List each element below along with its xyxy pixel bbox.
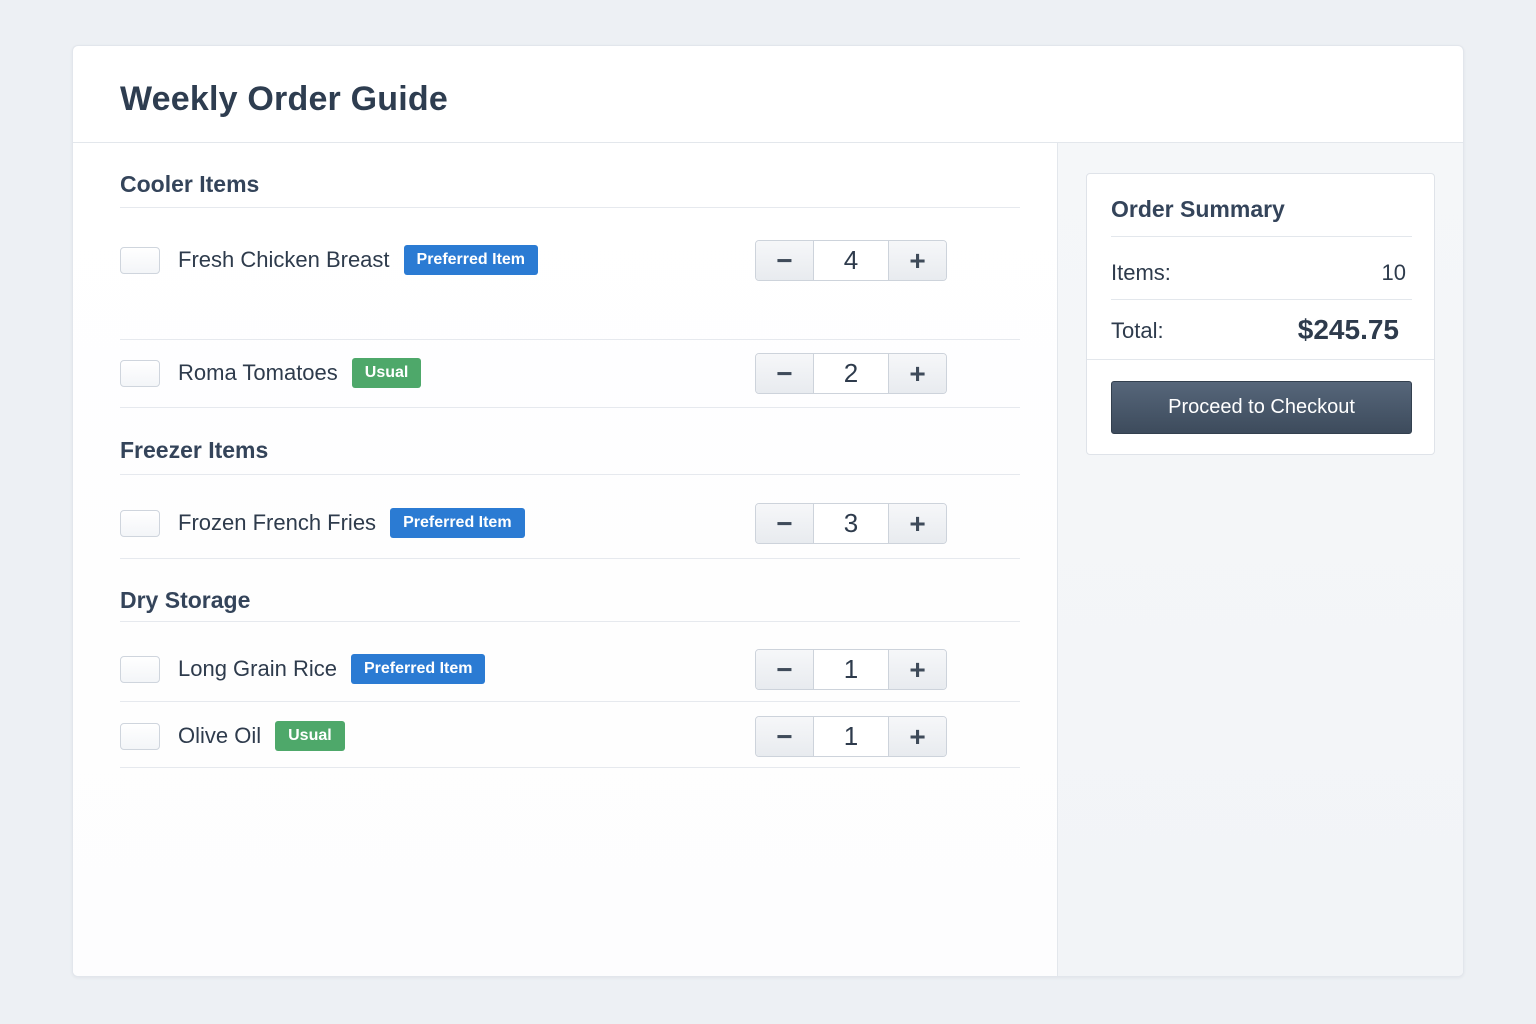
items-label: Items: — [1111, 260, 1171, 285]
proceed-to-checkout-button[interactable]: Proceed to Checkout — [1111, 381, 1412, 434]
list-item: Frozen French Fries Preferred Item − 3 + — [120, 493, 1020, 553]
preferred-badge: Preferred Item — [390, 508, 525, 538]
increment-button[interactable]: + — [889, 717, 946, 756]
decrement-button[interactable]: − — [756, 717, 813, 756]
list-item: Roma Tomatoes Usual − 2 + — [120, 343, 1020, 403]
minus-icon: − — [776, 357, 793, 389]
order-guide-card: Weekly Order Guide Cooler Items Fresh Ch… — [72, 45, 1464, 977]
item-name: Frozen French Fries — [178, 510, 377, 535]
preferred-badge: Preferred Item — [350, 654, 486, 684]
order-list: Cooler Items Fresh Chicken Breast Prefer… — [73, 143, 1057, 976]
plus-icon: + — [909, 720, 926, 752]
increment-button[interactable]: + — [889, 504, 946, 543]
decrement-button[interactable]: − — [756, 650, 813, 689]
usual-badge: Usual — [351, 358, 422, 388]
decrement-button[interactable]: − — [756, 241, 813, 280]
summary-title: Order Summary — [1111, 196, 1285, 222]
decrement-button[interactable]: − — [756, 504, 813, 543]
item-name: Fresh Chicken Breast — [178, 247, 390, 272]
summary-divider — [1111, 236, 1412, 237]
quantity-stepper: − 3 + — [755, 503, 947, 544]
row-divider — [120, 558, 1020, 559]
increment-button[interactable]: + — [889, 354, 946, 393]
increment-button[interactable]: + — [889, 241, 946, 280]
item-checkbox[interactable] — [120, 722, 160, 750]
summary-divider — [1111, 299, 1412, 300]
quantity-value[interactable]: 3 — [813, 504, 889, 543]
item-name: Roma Tomatoes — [178, 360, 338, 385]
section-divider — [120, 621, 1020, 622]
items-count: 10 — [1381, 260, 1406, 285]
list-item: Fresh Chicken Breast Preferred Item − 4 … — [120, 230, 1020, 290]
plus-icon: + — [909, 244, 926, 276]
total-label: Total: — [1111, 318, 1164, 343]
row-divider — [120, 701, 1020, 702]
row-divider — [120, 767, 1020, 768]
item-name: Long Grain Rice — [178, 656, 337, 681]
section-divider — [120, 474, 1020, 475]
plus-icon: + — [909, 507, 926, 539]
decrement-button[interactable]: − — [756, 354, 813, 393]
item-name: Olive Oil — [178, 723, 262, 748]
total-amount: $245.75 — [1297, 314, 1399, 345]
item-checkbox[interactable] — [120, 655, 160, 683]
plus-icon: + — [909, 357, 926, 389]
order-summary-panel: Order Summary Items: 10 Total: $245.75 P… — [1086, 173, 1435, 455]
minus-icon: − — [776, 720, 793, 752]
section-divider — [120, 207, 1020, 208]
minus-icon: − — [776, 653, 793, 685]
quantity-stepper: − 1 + — [755, 716, 947, 757]
quantity-stepper: − 4 + — [755, 240, 947, 281]
row-divider — [120, 339, 1020, 340]
quantity-value[interactable]: 1 — [813, 717, 889, 756]
quantity-value[interactable]: 4 — [813, 241, 889, 280]
item-checkbox[interactable] — [120, 359, 160, 387]
list-item: Olive Oil Usual − 1 + — [120, 706, 1020, 766]
quantity-stepper: − 2 + — [755, 353, 947, 394]
plus-icon: + — [909, 653, 926, 685]
page-header: Weekly Order Guide — [73, 46, 1463, 143]
preferred-badge: Preferred Item — [403, 245, 539, 275]
list-item: Long Grain Rice Preferred Item − 1 + — [120, 639, 1020, 699]
section-title-freezer: Freezer Items — [120, 437, 269, 463]
section-title-cooler: Cooler Items — [120, 171, 260, 197]
item-checkbox[interactable] — [120, 246, 160, 274]
quantity-stepper: − 1 + — [755, 649, 947, 690]
summary-sidebar: Order Summary Items: 10 Total: $245.75 P… — [1057, 143, 1463, 976]
minus-icon: − — [776, 507, 793, 539]
usual-badge: Usual — [275, 721, 345, 751]
item-checkbox[interactable] — [120, 509, 160, 537]
minus-icon: − — [776, 244, 793, 276]
summary-divider — [1087, 359, 1434, 360]
increment-button[interactable]: + — [889, 650, 946, 689]
page-title: Weekly Order Guide — [120, 80, 448, 118]
quantity-value[interactable]: 1 — [813, 650, 889, 689]
section-title-dry-storage: Dry Storage — [120, 587, 251, 613]
quantity-value[interactable]: 2 — [813, 354, 889, 393]
row-divider — [120, 407, 1020, 408]
